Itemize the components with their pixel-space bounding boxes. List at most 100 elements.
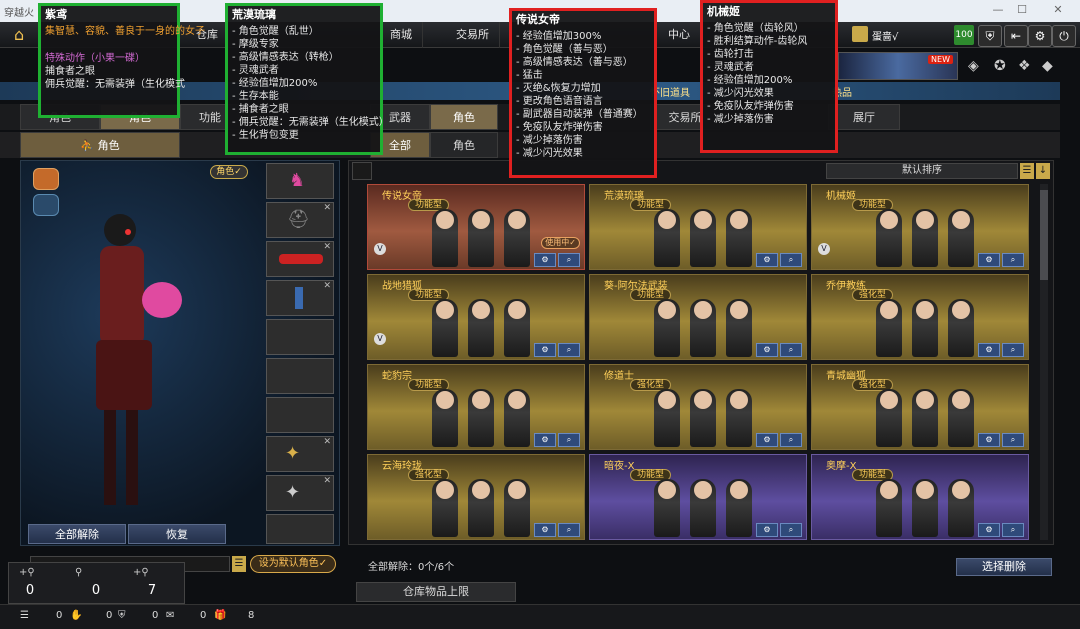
menu-icon[interactable]: ☰ (20, 610, 29, 621)
gear-icon[interactable]: ⚙ (978, 433, 1000, 447)
remove-icon[interactable]: ✕ (323, 203, 331, 213)
tab-character[interactable]: 角色 (430, 104, 498, 130)
subtab-role[interactable]: ⛹ 角色 (20, 132, 180, 158)
mode-orb-blue-icon[interactable] (33, 194, 59, 216)
user-icon[interactable]: +⚲ (133, 567, 149, 579)
remove-icon[interactable]: ✕ (323, 476, 331, 486)
restore-button[interactable]: 恢复 (128, 524, 226, 544)
gear-icon[interactable]: ⚙ (978, 523, 1000, 537)
character-card[interactable]: 暗夜-X 功能型 ⌕ ⚙ (589, 454, 807, 540)
hand-icon[interactable]: ✋ (70, 610, 82, 621)
slot-gold-item-1[interactable]: ✕ ✦ (266, 436, 334, 472)
character-card[interactable]: 葵-阿尔法武装 功能型 ⌕ ⚙ (589, 274, 807, 360)
character-card[interactable]: 荒漠琉璃 功能型 ⌕ ⚙ (589, 184, 807, 270)
chat-icon[interactable]: ✉ (166, 610, 174, 621)
figure-head (916, 481, 934, 499)
character-card[interactable]: 战地猎狐 功能型 V ⌕ ⚙ (367, 274, 585, 360)
badge-icon-2[interactable]: ✪ (994, 58, 1006, 74)
slot-radio[interactable]: ✕ (266, 280, 334, 316)
clear-all-button[interactable]: 全部解除 (28, 524, 126, 544)
gift-icon[interactable]: 🎁 (214, 610, 226, 621)
zoom-icon[interactable]: ⌕ (558, 433, 580, 447)
zoom-icon[interactable]: ⌕ (558, 253, 580, 267)
role-tag[interactable]: 角色✓ (210, 165, 248, 179)
mode-orb-icon[interactable] (33, 168, 59, 190)
storage-limit-button[interactable]: 仓库物品上限 (356, 582, 516, 602)
gear-icon[interactable]: ⚙ (756, 433, 778, 447)
sort-list-icon[interactable]: ☰ (1020, 163, 1034, 179)
zoom-icon[interactable]: ⌕ (558, 343, 580, 357)
character-card[interactable]: 机械姬 功能型 V ⌕ ⚙ (811, 184, 1029, 270)
character-card[interactable]: 传说女帝 功能型 V 使用中✓ ⌕ ⚙ (367, 184, 585, 270)
slot-goggles[interactable]: ✕ (266, 241, 334, 277)
shield-icon[interactable]: ⛨ (978, 25, 1002, 47)
slot-pet[interactable]: ♞ (266, 163, 334, 199)
gear-icon[interactable]: ⚙ (978, 253, 1000, 267)
slot-empty-2[interactable] (266, 358, 334, 394)
gear-icon[interactable]: ⚙ (534, 523, 556, 537)
nav-item-center[interactable]: 中心 (658, 22, 701, 48)
remove-icon[interactable]: ✕ (323, 437, 331, 447)
zoom-icon[interactable]: ⌕ (1002, 523, 1024, 537)
close-icon[interactable]: ✕ (1050, 3, 1066, 19)
slot-empty-4[interactable] (266, 514, 334, 544)
zoom-icon[interactable]: ⌕ (780, 253, 802, 267)
user-online-icon[interactable]: ⚲ (75, 567, 89, 579)
gear-icon[interactable]: ⚙ (756, 343, 778, 357)
character-card[interactable]: 青城幽狐 强化型 ⌕ ⚙ (811, 364, 1029, 450)
zoom-icon[interactable]: ⌕ (780, 523, 802, 537)
character-card[interactable]: 蛇豹宗 功能型 ⌕ ⚙ (367, 364, 585, 450)
badge-icon-3[interactable]: ❖ (1018, 58, 1031, 74)
gear-icon[interactable]: ⚙ (534, 433, 556, 447)
gear-icon[interactable]: ⚙ (756, 253, 778, 267)
gear-icon[interactable]: ⚙ (534, 253, 556, 267)
slot-silver-item[interactable]: ✕ ✦ (266, 475, 334, 511)
remove-icon[interactable]: ✕ (323, 281, 331, 291)
remove-icon[interactable]: ✕ (323, 242, 331, 252)
maximize-icon[interactable]: ☐ (1014, 3, 1030, 19)
role-icon: ⛹ (80, 139, 98, 152)
weapon-banner[interactable]: NEW (838, 52, 958, 80)
gear-icon[interactable]: ⚙ (1028, 25, 1052, 47)
character-card[interactable]: 奥摩-X 功能型 ⌕ ⚙ (811, 454, 1029, 540)
zoom-icon[interactable]: ⌕ (1002, 433, 1024, 447)
slot-empty-3[interactable] (266, 397, 334, 433)
scrollbar-thumb[interactable] (1040, 190, 1048, 280)
set-default-role-button[interactable]: 设为默认角色✓ (250, 555, 336, 573)
info-line: - 猛击 (516, 70, 543, 81)
gear-icon[interactable]: ⚙ (756, 523, 778, 537)
zoom-icon[interactable]: ⌕ (1002, 253, 1024, 267)
slot-empty-1[interactable] (266, 319, 334, 355)
grid-scrollbar[interactable] (1040, 184, 1048, 540)
tab-showroom[interactable]: 展厅 (828, 104, 900, 130)
gear-icon[interactable]: ⚙ (978, 343, 1000, 357)
gear-icon[interactable]: ⚙ (534, 343, 556, 357)
minimize-icon[interactable]: — (990, 3, 1006, 19)
subtab-character[interactable]: 角色 (430, 132, 498, 158)
character-card[interactable]: 云海玲珑 强化型 ⌕ ⚙ (367, 454, 585, 540)
badge-icon-4[interactable]: ◆ (1042, 58, 1053, 74)
badge-icon-1[interactable]: ◈ (968, 58, 979, 74)
sort-dropdown[interactable]: 默认排序 (826, 163, 1018, 179)
search-icon[interactable] (352, 162, 372, 180)
character-card[interactable]: 乔伊教练 强化型 ⌕ ⚙ (811, 274, 1029, 360)
zoom-icon[interactable]: ⌕ (558, 523, 580, 537)
exit-icon[interactable]: ⇤ (1004, 25, 1028, 47)
zoom-icon[interactable]: ⌕ (780, 343, 802, 357)
power-icon[interactable]: ⏻ (1052, 25, 1076, 47)
home-icon[interactable]: ⌂ (14, 25, 24, 44)
nav-item-shop[interactable]: 商城 (380, 22, 423, 48)
info-line: - 减少掉落伤害 (516, 135, 583, 146)
username[interactable]: 蛋啬√ (872, 28, 898, 43)
zoom-icon[interactable]: ⌕ (1002, 343, 1024, 357)
slot-helmet[interactable]: ✕ ⛑ (266, 202, 334, 238)
character-figure (690, 479, 716, 537)
delete-selected-button[interactable]: 选择删除 (956, 558, 1052, 576)
sort-order-icon[interactable]: ↓ (1036, 163, 1050, 179)
nav-item-exchange[interactable]: 交易所 (446, 22, 500, 48)
user-add-icon[interactable]: +⚲ (19, 567, 35, 579)
zoom-icon[interactable]: ⌕ (780, 433, 802, 447)
character-card[interactable]: 修道士 强化型 ⌕ ⚙ (589, 364, 807, 450)
list-menu-icon[interactable]: ☰ (232, 556, 246, 572)
shield-small-icon[interactable]: ⛨ (118, 610, 126, 621)
